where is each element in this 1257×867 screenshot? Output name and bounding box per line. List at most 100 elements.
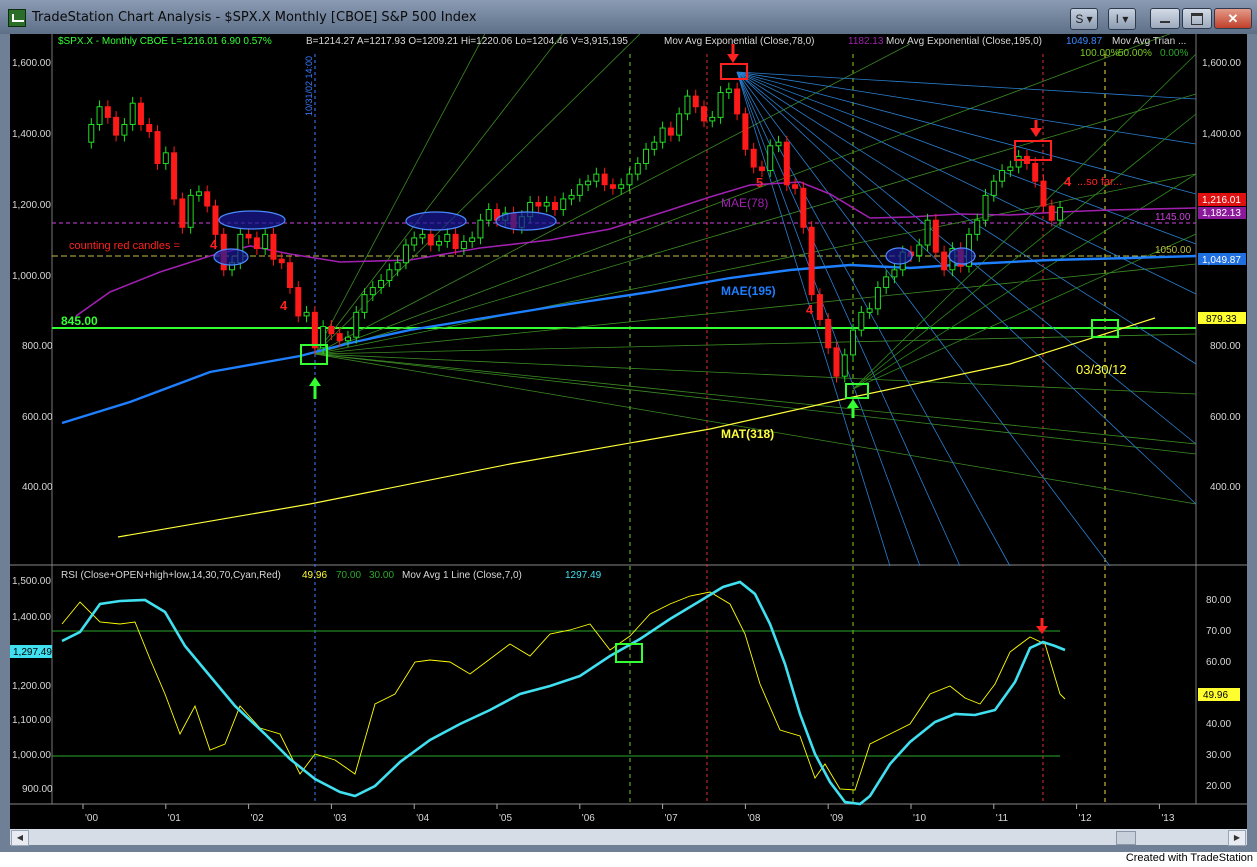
fan-line — [736, 71, 1111, 567]
status-mae195-label: Mov Avg Exponential (Close,195,0) — [886, 36, 1042, 47]
close-button[interactable]: ✕ — [1214, 8, 1252, 29]
candle-body — [146, 123, 153, 133]
candle-body — [742, 113, 749, 150]
candle-body — [924, 219, 931, 246]
candle-body — [162, 152, 169, 164]
minimize-button[interactable] — [1150, 8, 1180, 29]
s-menu-button[interactable]: S ▾ — [1070, 8, 1098, 30]
price-tick: 400.00 — [1210, 482, 1241, 493]
mae78-flag-text: 1,182.13 — [1202, 208, 1241, 219]
candle-body — [452, 233, 459, 250]
fan-line — [314, 353, 1197, 395]
price-tick: 600.00 — [1210, 412, 1241, 423]
candle-body — [932, 219, 939, 253]
rsi-os: 30.00 — [369, 570, 394, 581]
candle-body — [858, 311, 865, 331]
candle-body — [104, 106, 111, 118]
candle-body — [295, 287, 302, 317]
highlight-ellipse — [405, 211, 467, 231]
scroll-thumb[interactable] — [1116, 831, 1136, 845]
chart-svg[interactable]: $SPX.X - Monthly CBOE L=1216.01 6.90 0.5… — [10, 23, 1247, 829]
mavg-value: 1297.49 — [565, 570, 602, 581]
fan-line — [314, 23, 491, 355]
horizontal-scrollbar[interactable]: ◀ ▶ — [10, 829, 1247, 846]
time-label: '01 — [168, 813, 181, 824]
price-tick: 1,000.00 — [12, 271, 51, 282]
candle-body — [1057, 206, 1064, 221]
scroll-left-icon: ◀ — [16, 833, 24, 842]
candle-body — [990, 180, 997, 196]
mae195-flag-text: 1,049.87 — [1202, 255, 1241, 266]
application-window: TradeStation Chart Analysis - $SPX.X Mon… — [0, 0, 1257, 852]
rsi-right-tick: 40.00 — [1206, 719, 1231, 730]
rsi-panel-frame — [10, 566, 1247, 805]
scroll-left-button[interactable]: ◀ — [11, 830, 29, 846]
level-1050-label: 1050.00 — [1155, 245, 1192, 256]
time-label: '10 — [913, 813, 926, 824]
candle-body — [850, 329, 857, 356]
candle-body — [684, 95, 691, 115]
candle-body — [783, 141, 790, 186]
price-tick: 800.00 — [22, 341, 53, 352]
mat318-label: MAT(318) — [721, 427, 774, 441]
count-4-b: 4 — [280, 298, 288, 313]
candle-body — [394, 262, 401, 271]
candle-body — [999, 170, 1006, 182]
vertical-date-label: 10/31/02 14:00 — [304, 56, 314, 116]
candle-body — [758, 166, 765, 172]
candle-body — [692, 95, 699, 108]
candle-body — [825, 318, 832, 349]
candle-body — [336, 333, 343, 342]
candle-body — [369, 287, 376, 296]
status-mae78-label: Mov Avg Exponential (Close,78,0) — [664, 36, 814, 47]
fan-line — [852, 173, 1197, 390]
time-label: '08 — [747, 813, 760, 824]
candle-body — [982, 194, 989, 221]
rsi-right-tick: 20.00 — [1206, 781, 1231, 792]
time-label: '09 — [830, 813, 843, 824]
i-menu-button[interactable]: I ▾ — [1108, 8, 1136, 30]
price-tick: 1,200.00 — [12, 200, 51, 211]
candle-body — [204, 191, 211, 207]
candle-body — [1007, 166, 1014, 172]
candle-body — [485, 209, 492, 221]
candle-body — [460, 240, 467, 250]
candle-body — [427, 233, 434, 246]
chart-area[interactable]: $SPX.X - Monthly CBOE L=1216.01 6.90 0.5… — [10, 23, 1247, 829]
candle-body — [667, 127, 674, 136]
mavg-label: Mov Avg 1 Line (Close,7,0) — [402, 570, 522, 581]
title-bar[interactable]: TradeStation Chart Analysis - $SPX.X Mon… — [0, 0, 1257, 34]
status-bid-ask: B=1214.27 A=1217.93 O=1209.21 Hi=1220.06… — [306, 36, 628, 47]
rsi-left-flag-text: 1,297.49 — [13, 647, 52, 658]
candle-body — [841, 354, 848, 377]
scroll-right-icon: ▶ — [1233, 833, 1241, 842]
fan-line — [314, 263, 1197, 355]
rsi-right-tick: 80.00 — [1206, 595, 1231, 606]
candle-body — [808, 226, 815, 296]
candle-body — [601, 173, 608, 186]
status-symbol-info: $SPX.X - Monthly CBOE L=1216.01 6.90 0.5… — [58, 36, 272, 47]
candle-body — [535, 201, 542, 207]
candle-body — [775, 141, 782, 147]
fib-50: 50.00% — [1118, 48, 1152, 59]
candle-body — [725, 88, 732, 94]
rsi-ob: 70.00 — [336, 570, 361, 581]
highlight-ellipse — [213, 248, 249, 266]
maximize-button[interactable] — [1182, 8, 1212, 29]
candle-body — [750, 148, 757, 168]
candle-body — [734, 88, 741, 115]
mae78-label: MAE(78) — [721, 196, 768, 210]
time-label: '04 — [416, 813, 429, 824]
rsi-left-tick: 900.00 — [22, 784, 53, 795]
candle-body — [411, 237, 418, 246]
fan-line — [736, 71, 1197, 100]
time-label: '13 — [1161, 813, 1174, 824]
fan-line — [736, 71, 1197, 505]
scroll-right-button[interactable]: ▶ — [1228, 830, 1246, 846]
candle-body — [1048, 205, 1055, 221]
candle-body — [311, 311, 318, 349]
candle-body — [187, 194, 194, 228]
minimize-icon — [1160, 21, 1170, 23]
candle-body — [245, 233, 252, 239]
arrow-down-rsi — [1036, 618, 1048, 634]
